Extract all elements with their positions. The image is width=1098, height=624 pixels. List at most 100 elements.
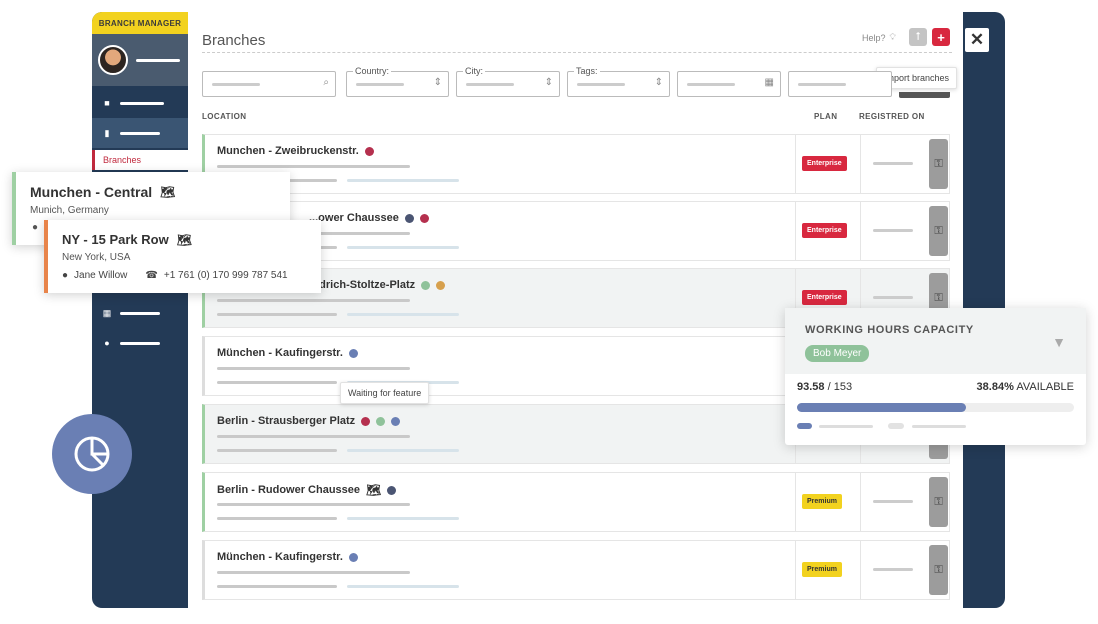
branch-card-ny[interactable]: NY - 15 Park Row 🗺︎ New York, USA ● Jane…	[44, 220, 321, 293]
plan-badge: Enterprise	[802, 156, 847, 171]
page-title: Branches	[202, 32, 266, 49]
key-button[interactable]: ⚿	[929, 206, 948, 256]
plan-badge: Enterprise	[802, 223, 847, 238]
role-banner: BRANCH MANAGER	[92, 12, 188, 34]
updown-icon: ⇕	[654, 77, 663, 88]
branch-name[interactable]: München - Kaufingerstr.	[217, 347, 343, 359]
user-icon: ●	[62, 270, 69, 281]
status-dot[interactable]	[387, 485, 397, 495]
map-icon[interactable]: 🗺︎	[160, 185, 175, 199]
contact-phone[interactable]: +1 761 (0) 170 999 787 541	[164, 270, 288, 281]
branch-name[interactable]: Berlin - Strausberger Platz	[217, 415, 355, 427]
title-divider	[202, 52, 952, 53]
updown-icon: ⇕	[433, 77, 442, 88]
import-button[interactable]: ⭡	[909, 28, 927, 46]
capacity-card: WORKING HOURS CAPACITY Bob Meyer ▼ 93.58…	[785, 308, 1086, 445]
close-button[interactable]: ✕	[965, 28, 989, 52]
map-icon[interactable]: 🗺︎	[177, 233, 192, 247]
card-title: NY - 15 Park Row	[62, 232, 169, 247]
sidebar-subitem-branches[interactable]: Branches	[92, 150, 188, 170]
apply-filter-button[interactable]	[899, 92, 950, 98]
capacity-progress-fill	[797, 403, 967, 412]
country-select[interactable]: Country: ⇕	[346, 66, 449, 97]
status-dot[interactable]	[419, 213, 429, 223]
grid-icon: ▦	[102, 307, 112, 318]
sidebar-item-users[interactable]: ●	[92, 328, 188, 358]
branch-name[interactable]: Berlin - Rudower Chaussee	[217, 484, 360, 496]
help-link[interactable]: Help? 💡︎	[862, 32, 896, 43]
branch-name[interactable]: München - Kaufingerstr.	[217, 551, 343, 563]
registered-date	[873, 568, 913, 571]
plan-badge: Premium	[802, 562, 842, 577]
key-icon: ⚿	[934, 291, 943, 304]
table-row[interactable]: Munchen - Zweibruckenstr. Enterprise ⚿	[202, 134, 950, 194]
contact-name: Jane Willow	[74, 270, 128, 281]
capacity-title: WORKING HOURS CAPACITY	[805, 324, 974, 336]
city-select[interactable]: City: ⇕	[456, 66, 560, 97]
status-dot[interactable]	[361, 416, 371, 426]
branch-name[interactable]: Munchen - Zweibruckenstr.	[217, 145, 359, 157]
branch-name[interactable]: ...ower Chaussee	[309, 212, 399, 224]
key-icon: ⚿	[934, 157, 943, 170]
capacity-progress	[797, 403, 1074, 412]
available-label: AVAILABLE	[1016, 381, 1074, 393]
status-dot[interactable]	[376, 416, 386, 426]
card-title: Munchen - Central	[30, 184, 153, 200]
table-row[interactable]: Berlin - Rudower Chaussee 🗺︎ Premium ⚿	[202, 472, 950, 532]
user-icon: ●	[104, 338, 110, 348]
plan-badge: Premium	[802, 494, 842, 509]
table-row[interactable]: München - Kaufingerstr. Premium ⚿	[202, 540, 950, 600]
avatar[interactable]	[98, 45, 128, 75]
person-tag[interactable]: Bob Meyer	[805, 345, 870, 362]
registered-date	[873, 229, 913, 232]
key-icon: ⚿	[934, 495, 943, 508]
user-profile[interactable]	[92, 34, 188, 86]
status-dot[interactable]	[436, 280, 446, 290]
plus-icon: +	[937, 29, 945, 45]
user-icon: ●	[32, 222, 39, 233]
status-dot[interactable]	[348, 552, 358, 562]
briefcase-icon: ■	[104, 98, 110, 108]
pie-chart-icon	[74, 436, 110, 472]
search-input[interactable]: ⌕	[202, 71, 336, 97]
building-icon: ▮	[104, 127, 110, 138]
column-plan[interactable]: PLAN	[814, 112, 837, 121]
registered-date	[873, 296, 913, 299]
sidebar-item-business[interactable]: ■	[92, 88, 188, 118]
card-location: New York, USA	[62, 252, 131, 263]
lightbulb-icon: 💡︎	[889, 32, 896, 42]
plan-badge: Enterprise	[802, 290, 847, 305]
column-registered[interactable]: REGISTRED ON	[859, 112, 925, 121]
tags-select[interactable]: Tags: ⇕	[567, 66, 670, 97]
column-location[interactable]: LOCATION	[202, 112, 246, 121]
calendar-icon: ▦	[764, 77, 774, 88]
key-icon: ⚿	[934, 563, 943, 576]
username-placeholder	[136, 58, 180, 62]
text-filter-input[interactable]	[788, 71, 892, 97]
sidebar-item-grid[interactable]: ▦	[92, 298, 188, 328]
sidebar: BRANCH MANAGER ■ ▮ Branches ▦ ●	[92, 12, 188, 608]
filter-icon[interactable]: ▼	[1052, 334, 1066, 350]
close-icon: ✕	[969, 30, 985, 49]
pie-chart-button[interactable]	[52, 414, 132, 494]
add-branch-button[interactable]: +	[932, 28, 950, 46]
phone-icon: ☎	[145, 270, 158, 281]
key-button[interactable]: ⚿	[929, 545, 948, 595]
status-dot[interactable]	[391, 416, 401, 426]
registered-date	[873, 162, 913, 165]
map-icon[interactable]: 🗺︎	[366, 483, 381, 497]
date-input[interactable]: ▦	[677, 71, 781, 97]
status-dot[interactable]	[421, 280, 431, 290]
status-dot[interactable]	[404, 213, 414, 223]
search-icon: ⌕	[323, 77, 329, 88]
key-button[interactable]: ⚿	[929, 477, 948, 527]
key-button[interactable]: ⚿	[929, 139, 948, 189]
status-dot[interactable]	[364, 146, 374, 156]
card-location: Munich, Germany	[30, 205, 109, 216]
hours-total: / 153	[827, 381, 853, 393]
status-dot[interactable]	[348, 348, 358, 358]
status-tooltip: Waiting for feature	[340, 382, 430, 404]
sidebar-item-branches[interactable]: ▮	[92, 118, 188, 148]
updown-icon: ⇕	[544, 77, 553, 88]
key-icon: ⚿	[934, 224, 943, 237]
